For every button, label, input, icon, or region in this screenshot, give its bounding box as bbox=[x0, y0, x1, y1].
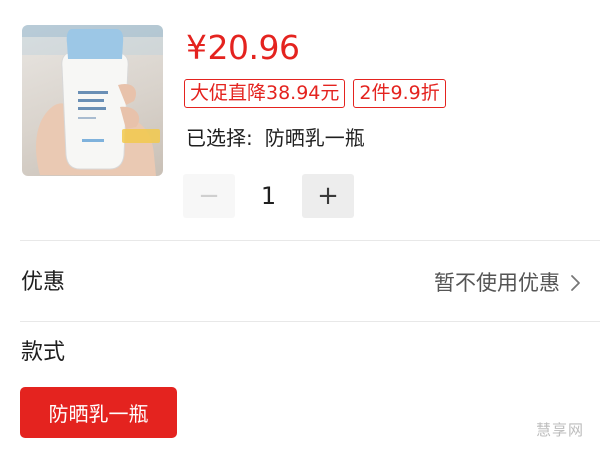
divider bbox=[20, 321, 600, 322]
price-value: 20.96 bbox=[207, 28, 300, 67]
promo-tag-discount: 大促直降38.94元 bbox=[184, 79, 346, 108]
selected-label: 已选择: bbox=[186, 126, 253, 150]
promo-tag-bundle: 2件9.9折 bbox=[353, 79, 446, 108]
promo-tags: 大促直降38.94元 2件9.9折 bbox=[184, 79, 446, 108]
currency-symbol: ¥ bbox=[186, 28, 207, 67]
selected-value: 防晒乳一瓶 bbox=[264, 126, 365, 150]
sunscreen-bottle-image bbox=[22, 25, 163, 176]
decrease-quantity-button[interactable]: − bbox=[183, 174, 235, 218]
chevron-right-icon bbox=[570, 274, 581, 296]
coupon-label: 优惠 bbox=[21, 270, 66, 295]
quantity-value[interactable]: 1 bbox=[235, 182, 302, 210]
coupon-value: 暂不使用优惠 bbox=[434, 271, 560, 295]
watermark: 慧享网 bbox=[535, 421, 584, 439]
quantity-stepper: − 1 + bbox=[183, 174, 354, 218]
coupon-row[interactable]: 优惠 暂不使用优惠 bbox=[0, 241, 600, 321]
style-section-title: 款式 bbox=[21, 340, 66, 365]
price: ¥20.96 bbox=[186, 26, 300, 70]
style-option-selected[interactable]: 防晒乳一瓶 bbox=[20, 387, 177, 438]
product-image[interactable] bbox=[22, 25, 163, 176]
selected-variant: 已选择: 防晒乳一瓶 bbox=[186, 124, 365, 152]
increase-quantity-button[interactable]: + bbox=[302, 174, 354, 218]
product-sku-panel: ¥20.96 大促直降38.94元 2件9.9折 已选择: 防晒乳一瓶 − 1 +… bbox=[0, 0, 600, 454]
